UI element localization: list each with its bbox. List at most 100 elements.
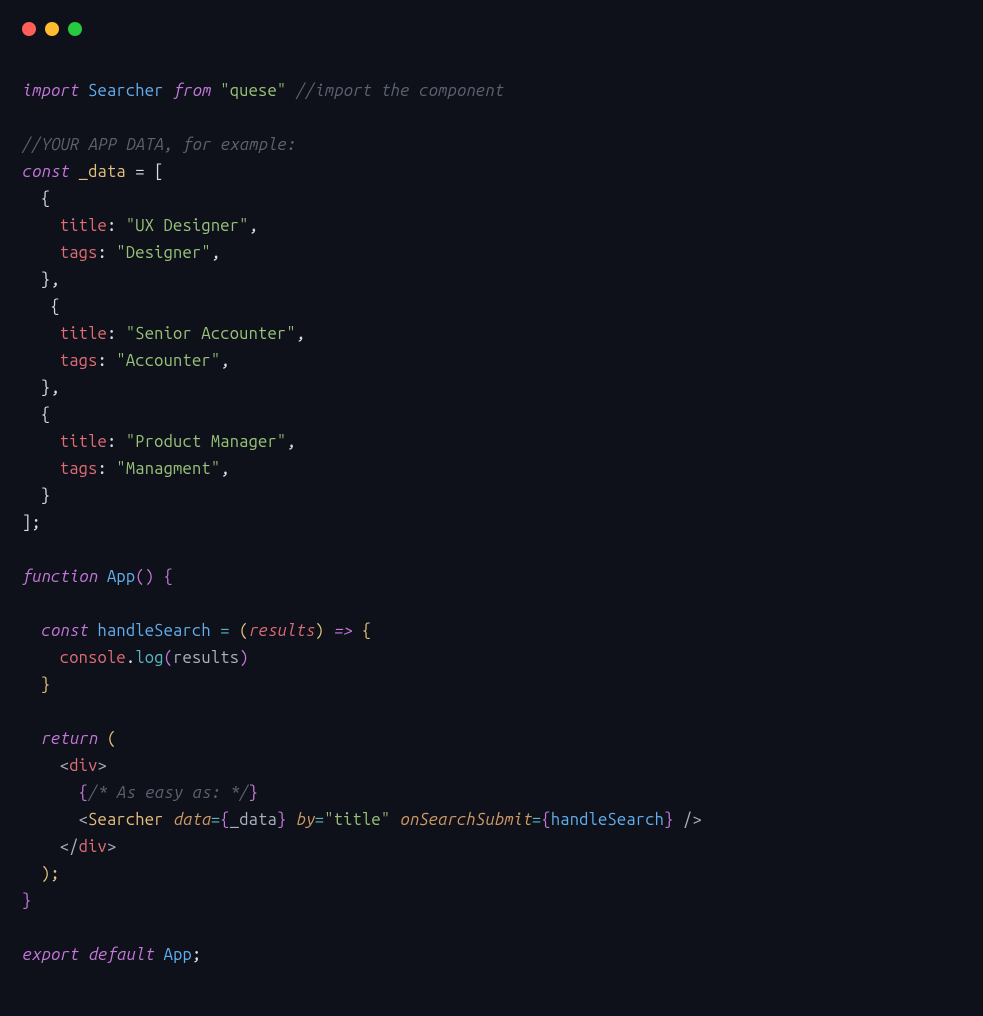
comment-appdata: //YOUR APP DATA, for example: [22, 136, 296, 154]
prop-tags: tags [60, 352, 98, 370]
colon: : [107, 217, 126, 235]
comma: , [296, 325, 305, 343]
indent [22, 622, 41, 640]
kw-const: const [22, 163, 69, 181]
brace-close: }, [22, 379, 60, 397]
str-accounter: "Accounter" [116, 352, 220, 370]
jsx-open: < [22, 811, 88, 829]
sp [286, 811, 295, 829]
comma: , [211, 244, 220, 262]
brace-close: }, [22, 271, 60, 289]
kw-import: import [22, 82, 79, 100]
code-window: import Searcher from "quese" //import th… [0, 0, 983, 1016]
close-icon[interactable] [22, 22, 36, 36]
paren: ) [315, 622, 334, 640]
attr-onsearchsubmit: onSearchSubmit [400, 811, 532, 829]
parens: () [135, 568, 163, 586]
id-app: App [164, 946, 192, 964]
brace: { [164, 568, 173, 586]
comment-import: //import the component [296, 82, 504, 100]
comma: , [220, 460, 229, 478]
brace-close: } [22, 487, 50, 505]
tag-div: div [79, 838, 107, 856]
brace: } [277, 811, 286, 829]
brace: } [664, 811, 673, 829]
indent [22, 244, 60, 262]
indent [22, 217, 60, 235]
kw-function: function [22, 568, 98, 586]
dot: . [126, 649, 135, 667]
maximize-icon[interactable] [68, 22, 82, 36]
minimize-icon[interactable] [45, 22, 59, 36]
paren: ( [164, 649, 173, 667]
arg-results: results [173, 649, 239, 667]
str-title: "title" [324, 811, 390, 829]
jsx-brace: } [249, 784, 258, 802]
indent [22, 784, 79, 802]
gt: > [107, 838, 116, 856]
brace-open: { [22, 406, 50, 424]
brace: { [220, 811, 229, 829]
colon: : [107, 433, 126, 451]
str-managment: "Managment" [116, 460, 220, 478]
str-uxdesigner: "UX Designer" [126, 217, 249, 235]
kw-return: return [41, 730, 98, 748]
indent [22, 460, 60, 478]
jsx-close: </ [22, 838, 79, 856]
brace-close: } [22, 676, 50, 694]
brace: { [352, 622, 371, 640]
prop-title: title [60, 325, 107, 343]
paren: ) [239, 649, 248, 667]
colon: : [107, 325, 126, 343]
colon: : [98, 244, 117, 262]
kw-from: from [173, 82, 211, 100]
var-data: _data [79, 163, 126, 181]
attr-data: data [173, 811, 211, 829]
indent [22, 352, 60, 370]
punc: = [ [126, 163, 164, 181]
prop-title: title [60, 217, 107, 235]
val-data: _data [230, 811, 277, 829]
fn-app: App [107, 568, 135, 586]
semi: ; [192, 946, 201, 964]
str-designer: "Designer" [116, 244, 210, 262]
window-titlebar [0, 0, 983, 50]
str-senior-accounter: "Senior Accounter" [126, 325, 296, 343]
code-block: import Searcher from "quese" //import th… [0, 50, 983, 969]
eq: = [220, 622, 239, 640]
indent [22, 649, 60, 667]
paren-close: ); [22, 865, 60, 883]
log: log [135, 649, 163, 667]
arrow: => [334, 622, 353, 640]
sp [390, 811, 399, 829]
str-product-manager: "Product Manager" [126, 433, 286, 451]
paren: ( [98, 730, 117, 748]
eq: = [532, 811, 541, 829]
prop-tags: tags [60, 460, 98, 478]
jsx-brace: { [79, 784, 88, 802]
indent [22, 433, 60, 451]
colon: : [98, 352, 117, 370]
kw-default: default [88, 946, 154, 964]
comma: , [286, 433, 295, 451]
brace-close: } [22, 892, 31, 910]
jsx-open: < [22, 757, 69, 775]
id-searcher: Searcher [88, 82, 164, 100]
eq: = [315, 811, 324, 829]
indent [22, 730, 41, 748]
kw-export: export [22, 946, 79, 964]
gt: > [98, 757, 107, 775]
paren: ( [239, 622, 248, 640]
brace: { [541, 811, 550, 829]
attr-by: by [296, 811, 315, 829]
val-handlesearch: handleSearch [551, 811, 664, 829]
console: console [60, 649, 126, 667]
str-quese: "quese" [220, 82, 286, 100]
kw-const: const [41, 622, 88, 640]
comment-easy: /* As easy as: */ [88, 784, 248, 802]
tag-searcher: Searcher [88, 811, 164, 829]
self-close: /> [674, 811, 702, 829]
sp [164, 811, 173, 829]
indent [22, 325, 60, 343]
param-results: results [249, 622, 315, 640]
